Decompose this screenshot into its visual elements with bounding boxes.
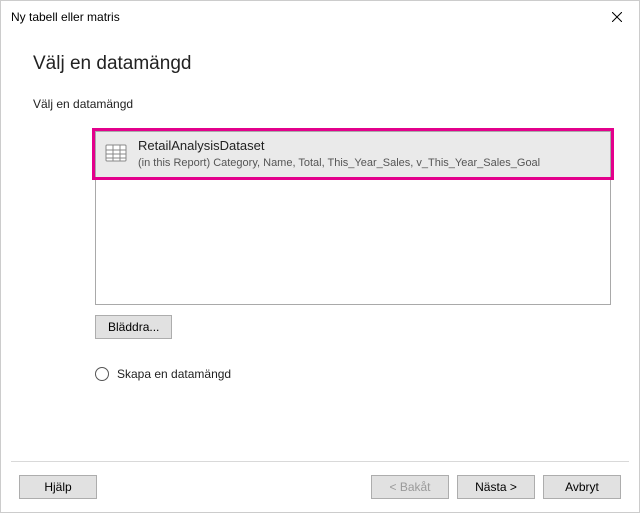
create-dataset-label: Skapa en datamängd bbox=[117, 367, 231, 381]
close-icon bbox=[612, 12, 622, 22]
next-button[interactable]: Nästa > bbox=[457, 475, 535, 499]
dataset-description: (in this Report) Category, Name, Total, … bbox=[138, 156, 540, 171]
table-icon bbox=[104, 141, 128, 165]
close-button[interactable] bbox=[594, 1, 639, 33]
button-bar: Hjälp < Bakåt Nästa > Avbryt bbox=[1, 462, 639, 512]
dataset-name: RetailAnalysisDataset bbox=[138, 138, 540, 155]
create-dataset-radio[interactable] bbox=[95, 367, 109, 381]
back-button: < Bakåt bbox=[371, 475, 449, 499]
help-button[interactable]: Hjälp bbox=[19, 475, 97, 499]
window-title: Ny tabell eller matris bbox=[11, 10, 120, 24]
section-label: Välj en datamängd bbox=[33, 97, 639, 111]
dataset-listbox[interactable]: RetailAnalysisDataset (in this Report) C… bbox=[95, 131, 611, 305]
titlebar: Ny tabell eller matris bbox=[1, 1, 639, 33]
dataset-text: RetailAnalysisDataset (in this Report) C… bbox=[138, 138, 540, 171]
page-title: Välj en datamängd bbox=[33, 53, 639, 75]
dataset-item[interactable]: RetailAnalysisDataset (in this Report) C… bbox=[96, 132, 610, 177]
browse-button[interactable]: Bläddra... bbox=[95, 315, 172, 339]
cancel-button[interactable]: Avbryt bbox=[543, 475, 621, 499]
